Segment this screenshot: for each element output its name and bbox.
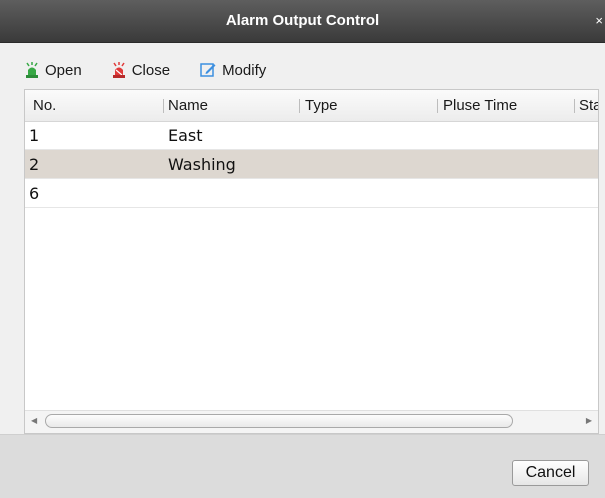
column-header-name[interactable]: Name — [168, 90, 208, 121]
column-header-no[interactable]: No. — [33, 90, 56, 121]
scrollbar-thumb[interactable] — [45, 414, 513, 428]
table-row[interactable]: 1 East — [25, 121, 598, 150]
column-header-pulse-time[interactable]: Pluse Time — [443, 90, 517, 121]
cell-no: 1 — [29, 126, 40, 145]
alarm-on-icon — [25, 62, 39, 78]
alarm-off-icon — [112, 62, 126, 78]
column-divider[interactable] — [163, 99, 164, 113]
dialog-title: Alarm Output Control — [225, 12, 380, 29]
cell-no: 2 — [29, 155, 40, 174]
alarm-output-dialog: Alarm Output Control × Open Close Modify… — [0, 0, 605, 498]
close-icon[interactable]: × — [595, 0, 603, 42]
scroll-right-arrow-icon[interactable]: ▶ — [586, 416, 592, 425]
cancel-button[interactable]: Cancel — [512, 460, 589, 486]
close-label: Close — [131, 61, 171, 79]
cell-no: 6 — [29, 184, 40, 203]
table-row[interactable]: 6 — [25, 179, 598, 208]
column-divider[interactable] — [299, 99, 300, 113]
column-header-status[interactable]: Sta — [579, 90, 598, 121]
table-row-selected[interactable]: 2 Washing — [25, 150, 598, 179]
column-header-type[interactable]: Type — [305, 90, 338, 121]
title-bar: Alarm Output Control × — [0, 0, 605, 43]
horizontal-scrollbar[interactable]: ◀ ▶ — [25, 410, 598, 433]
edit-icon — [200, 62, 216, 78]
modify-label: Modify — [222, 61, 267, 79]
modify-button[interactable]: Modify — [200, 62, 266, 79]
cell-name: Washing — [168, 155, 236, 174]
scroll-left-arrow-icon[interactable]: ◀ — [31, 416, 37, 425]
table-header: No. Name Type Pluse Time Sta — [25, 90, 598, 122]
alarm-output-table: No. Name Type Pluse Time Sta 1 East 2 Wa… — [24, 89, 599, 434]
toolbar: Open Close Modify — [25, 58, 296, 82]
column-divider[interactable] — [437, 99, 438, 113]
open-button[interactable]: Open — [25, 62, 82, 79]
cell-name: East — [168, 126, 203, 145]
close-button[interactable]: Close — [112, 62, 170, 79]
dialog-footer: Cancel — [0, 434, 605, 498]
column-divider[interactable] — [574, 99, 575, 113]
open-label: Open — [45, 61, 82, 79]
